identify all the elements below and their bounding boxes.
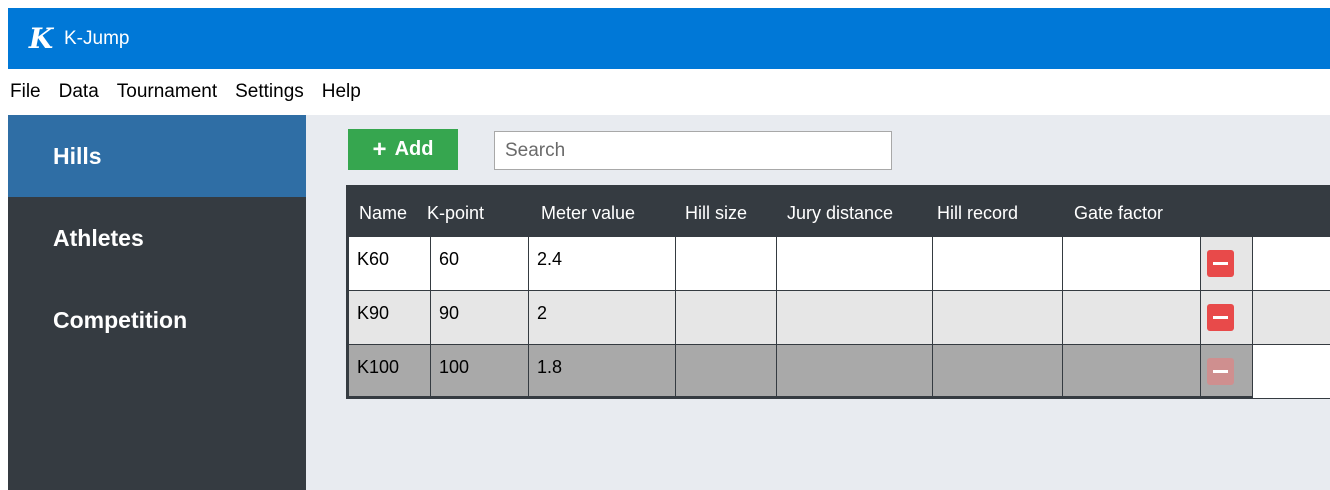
- column-header-meter-value[interactable]: Meter value: [541, 203, 635, 224]
- remove-row-button[interactable]: [1207, 358, 1234, 385]
- cell-name[interactable]: K90: [349, 291, 431, 344]
- sidebar-item-competition[interactable]: Competition: [8, 279, 306, 361]
- cell-meter-value[interactable]: 2.4: [529, 237, 676, 290]
- cell-k-point[interactable]: 90: [431, 291, 529, 344]
- row-filler: [1253, 237, 1330, 290]
- search-input[interactable]: [494, 131, 892, 170]
- menu-tournament[interactable]: Tournament: [117, 81, 217, 103]
- add-button[interactable]: + Add: [348, 129, 458, 170]
- table-row[interactable]: K90 90 2: [349, 291, 1330, 344]
- column-header-name[interactable]: Name: [359, 203, 407, 224]
- cell-hill-size[interactable]: [676, 345, 777, 398]
- menu-help[interactable]: Help: [322, 81, 361, 103]
- cell-name[interactable]: K60: [349, 237, 431, 290]
- main-content: + Add Name K-point Meter value Hill size…: [306, 115, 1330, 490]
- cell-extra: [1253, 345, 1330, 398]
- sidebar-item-label: Competition: [53, 306, 188, 333]
- cell-hill-size[interactable]: [676, 291, 777, 344]
- cell-gate-factor[interactable]: [1063, 291, 1201, 344]
- sidebar-item-hills[interactable]: Hills: [8, 115, 306, 197]
- row-filler: [1253, 291, 1330, 344]
- cell-remove: [1201, 237, 1253, 290]
- table-row[interactable]: K60 60 2.4: [349, 237, 1330, 290]
- cell-jury-distance[interactable]: [777, 291, 933, 344]
- column-header-k-point[interactable]: K-point: [427, 203, 484, 224]
- cell-jury-distance[interactable]: [777, 237, 933, 290]
- column-header-jury-distance[interactable]: Jury distance: [787, 203, 893, 224]
- cell-hill-record[interactable]: [933, 345, 1063, 398]
- menu-file[interactable]: File: [10, 81, 41, 103]
- remove-row-button[interactable]: [1207, 250, 1234, 277]
- add-button-label: Add: [394, 138, 434, 160]
- cell-k-point[interactable]: 60: [431, 237, 529, 290]
- menu-settings[interactable]: Settings: [235, 81, 304, 103]
- menu-bar: File Data Tournament Settings Help: [8, 69, 1330, 115]
- column-header-gate-factor[interactable]: Gate factor: [1074, 203, 1163, 224]
- cell-remove: [1201, 291, 1253, 344]
- cell-remove: [1201, 345, 1253, 398]
- menu-data[interactable]: Data: [59, 81, 99, 103]
- sidebar-item-label: Hills: [53, 142, 102, 169]
- app-logo: K: [28, 21, 54, 55]
- cell-jury-distance[interactable]: [777, 345, 933, 398]
- window-title: K-Jump: [64, 27, 130, 49]
- cell-hill-size[interactable]: [676, 237, 777, 290]
- column-header-hill-record[interactable]: Hill record: [937, 203, 1018, 224]
- cell-meter-value[interactable]: 2: [529, 291, 676, 344]
- cell-gate-factor[interactable]: [1063, 345, 1201, 398]
- sidebar-item-label: Athletes: [53, 224, 144, 251]
- sidebar-item-athletes[interactable]: Athletes: [8, 197, 306, 279]
- table-row-selected[interactable]: K100 100 1.8: [349, 345, 1330, 398]
- cell-hill-record[interactable]: [933, 291, 1063, 344]
- title-bar: K K-Jump: [8, 8, 1330, 69]
- cell-hill-record[interactable]: [933, 237, 1063, 290]
- cell-meter-value[interactable]: 1.8: [529, 345, 676, 398]
- cell-gate-factor[interactable]: [1063, 237, 1201, 290]
- sidebar: Hills Athletes Competition: [8, 115, 306, 490]
- remove-row-button[interactable]: [1207, 304, 1234, 331]
- table-header: Name K-point Meter value Hill size Jury …: [346, 185, 1330, 237]
- plus-icon: +: [372, 135, 387, 163]
- column-header-hill-size[interactable]: Hill size: [685, 203, 747, 224]
- cell-name[interactable]: K100: [349, 345, 431, 398]
- cell-k-point[interactable]: 100: [431, 345, 529, 398]
- hills-table: Name K-point Meter value Hill size Jury …: [346, 185, 1330, 399]
